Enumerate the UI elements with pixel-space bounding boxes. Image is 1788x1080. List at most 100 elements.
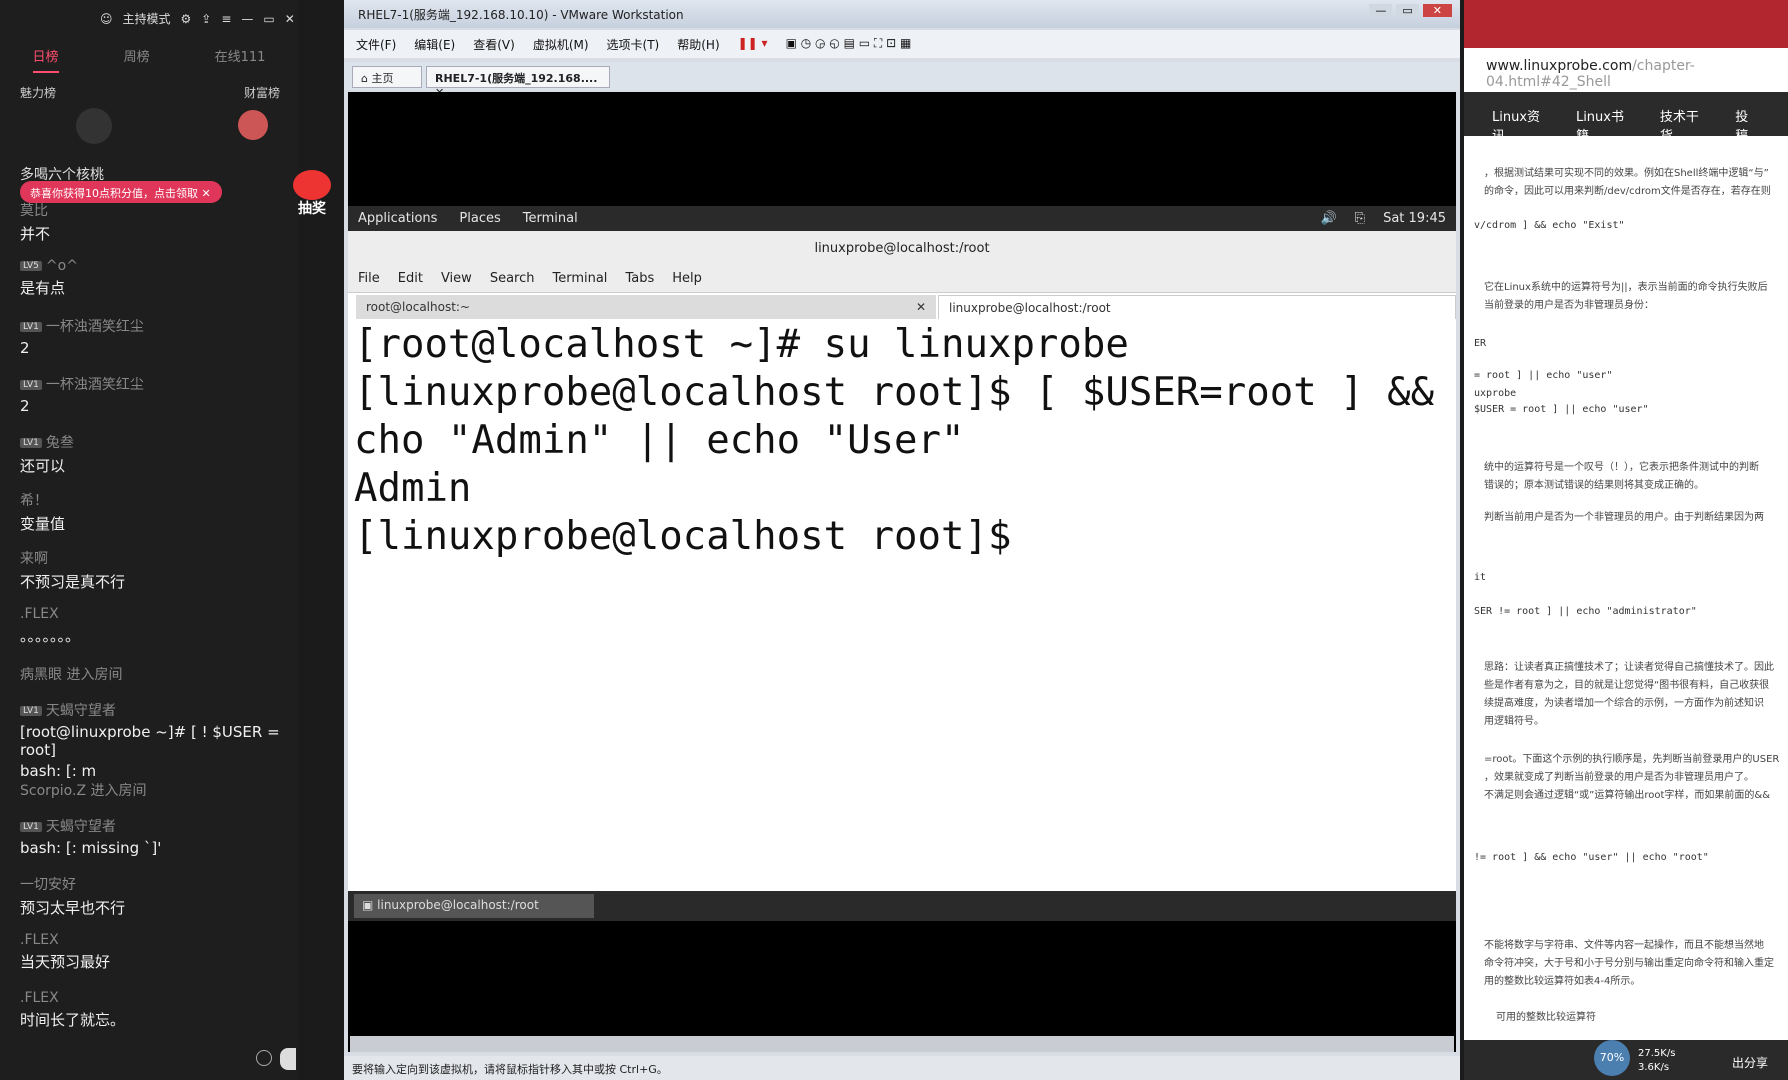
share-button[interactable]: 出分享 (1732, 1054, 1768, 1071)
menu-vm[interactable]: 虚拟机(M) (533, 36, 589, 52)
emoji-icon[interactable] (256, 1050, 272, 1066)
pause-icon[interactable]: ❚❚ ▾ (738, 36, 768, 52)
rank-avatar-1[interactable] (76, 108, 112, 144)
network-icon[interactable]: ⎘ (1355, 211, 1365, 226)
paragraph: ，根据测试结果可实现不同的效果。例如在Shell终端中逻辑“与” (1484, 168, 1769, 179)
charm-rank[interactable]: 魅力榜 (20, 84, 56, 101)
close-icon[interactable]: ✕ (916, 300, 926, 314)
vmware-window: RHEL7-1(服务端_192.168.10.10) - VMware Work… (344, 0, 1460, 1080)
paragraph: 不能将数字与字符串、文件等内容一起操作，而且不能想当然地 (1484, 940, 1764, 951)
menu-tabs[interactable]: Tabs (625, 271, 654, 286)
paragraph: 用的整数比较运算符如表4-4所示。 (1484, 976, 1641, 987)
taskbar-terminal-item[interactable]: ▣ linuxprobe@localhost:/root (354, 894, 594, 918)
volume-icon[interactable]: 🔊 (1320, 211, 1336, 226)
gnome-top-bar: Applications Places Terminal 🔊 ⎘ Sat 19:45 (348, 206, 1456, 231)
tab-rhel[interactable]: RHEL7-1(服务端_192.168.... ✕ (426, 66, 610, 99)
menu-file[interactable]: 文件(F) (356, 36, 396, 52)
paragraph: ，效果就变成了判断当前登录的用户是否为非管理员用户了。 (1484, 772, 1754, 783)
places-menu[interactable]: Places (459, 211, 500, 226)
list-item: LV1 一杯浊酒笑红尘 2 (20, 319, 144, 357)
paragraph: 些是作者有意为之，目的就是让您觉得“图书很有料，自己收获很 (1484, 680, 1770, 691)
terminal-line: [root@localhost ~]# su linuxprobe (354, 322, 1129, 367)
paragraph: 当前登录的用户是否为非管理员身份： (1484, 300, 1654, 311)
nav-submit[interactable]: 投稿 (1735, 106, 1760, 144)
net-down: 3.6K/s (1638, 1062, 1670, 1073)
tab-home[interactable]: ⌂ 主页 (352, 66, 422, 88)
list-item: LV1 兔叁 还可以 (20, 435, 74, 475)
nav-books[interactable]: Linux书籍 (1576, 106, 1634, 144)
paragraph: 错误的；原本测试错误的结果则将其变成正确的。 (1484, 480, 1704, 491)
code-line: = root ] || echo "user" (1474, 370, 1613, 381)
list-item: .FLEX 当天预习最好 (20, 932, 111, 971)
horizontal-scrollbar[interactable] (350, 1036, 1454, 1052)
minimize-icon[interactable]: — (241, 12, 253, 26)
settings-icon[interactable]: ⚙ (181, 12, 192, 26)
paragraph: 用逻辑符号。 (1484, 716, 1544, 727)
terminal-output[interactable]: [root@localhost ~]# su linuxprobe [linuxp… (348, 321, 1456, 891)
net-up: 27.5K/s (1638, 1048, 1676, 1059)
wealth-rank[interactable]: 财富榜 (244, 84, 280, 101)
paragraph: 续提高难度，为读者增加一个综合的示例，一方面作为前述知识 (1484, 698, 1764, 709)
maximize-icon[interactable]: ▭ (263, 12, 274, 26)
terminal-line: [linuxprobe@localhost root]$ (354, 514, 1035, 559)
menu-file[interactable]: File (358, 271, 380, 286)
menu-view[interactable]: 查看(V) (473, 36, 515, 52)
menu-terminal[interactable]: Terminal (552, 271, 607, 286)
vmware-status-bar: 要将输入定向到该虚拟机，请将鼠标指针移入其中或按 Ctrl+G。 (344, 1056, 1460, 1080)
gnome-taskbar: ▣ linuxprobe@localhost:/root (348, 891, 1456, 921)
menu-help[interactable]: Help (672, 271, 702, 286)
code-line: ER (1474, 338, 1487, 349)
code-line: v/cdrom ] && echo "Exist" (1474, 220, 1625, 231)
close-icon[interactable]: ✕ (1422, 4, 1452, 17)
list-item: 莫比 并不 (20, 203, 51, 243)
browser-tab-strip (1464, 0, 1788, 48)
clock[interactable]: Sat 19:45 (1383, 211, 1446, 226)
list-item: 希！ 变量值 (20, 493, 66, 533)
maximize-icon[interactable]: ▭ (1396, 4, 1419, 17)
cpu-gauge: 70% (1594, 1040, 1630, 1076)
menu-search[interactable]: Search (490, 271, 535, 286)
menu-tabs[interactable]: 选项卡(T) (607, 36, 660, 52)
address-bar[interactable]: www.linuxprobe.com/chapter-04.html#42_Sh… (1486, 58, 1788, 90)
menu-help[interactable]: 帮助(H) (677, 36, 719, 52)
terminal-menubar: File Edit View Search Terminal Tabs Help (348, 265, 1456, 293)
avatar-icon: ☺ (100, 11, 113, 26)
terminal-title: linuxprobe@localhost:/root (348, 231, 1456, 265)
vmware-menubar: 文件(F) 编辑(E) 查看(V) 虚拟机(M) 选项卡(T) 帮助(H) ❚❚… (344, 30, 1460, 58)
lottery-icon (293, 170, 331, 200)
rank-row: 魅力榜 财富榜 (20, 84, 280, 101)
browser-window: www.linuxprobe.com/chapter-04.html#42_Sh… (1464, 0, 1788, 1080)
code-line: uxprobe (1474, 388, 1517, 399)
send-button[interactable] (280, 1048, 296, 1070)
list-item: LV1 一杯浊酒笑红尘 2 (20, 377, 144, 415)
code-line: != root ] && echo "user" || echo "root" (1474, 852, 1709, 863)
terminal-app[interactable]: Terminal (523, 211, 578, 226)
code-line: SER != root ] || echo "administrator" (1474, 606, 1697, 617)
menu-edit[interactable]: Edit (398, 271, 423, 286)
close-icon[interactable]: ✕ (285, 12, 295, 26)
paragraph: 可用的整数比较运算符 (1496, 1012, 1596, 1023)
window-controls: — ▭ ✕ (1369, 4, 1452, 17)
nav-tech[interactable]: 技术干货 (1660, 106, 1709, 144)
minimize-icon[interactable]: — (1369, 4, 1393, 17)
tab-daily[interactable]: 日榜 (32, 46, 59, 73)
menu-edit[interactable]: 编辑(E) (414, 36, 455, 52)
menu-view[interactable]: View (441, 271, 472, 286)
rank-avatar-2[interactable] (238, 110, 268, 140)
applications-menu[interactable]: Applications (358, 211, 437, 226)
toolbar-icons[interactable]: ▣ ◷ ◶ ◵ ▤ ▭ ⛶ ⊡ ▦ (786, 36, 912, 52)
tab-linuxprobe[interactable]: linuxprobe@localhost:/root (938, 295, 1456, 319)
code-line: it (1474, 572, 1487, 583)
list-item: .FLEX 时间长了就忘。 (20, 990, 126, 1029)
menu-icon[interactable]: ≡ (221, 12, 231, 26)
nav-news[interactable]: Linux资讯 (1492, 106, 1550, 144)
lottery-badge[interactable]: 抽奖 (290, 170, 334, 222)
tab-root[interactable]: root@localhost:~ ✕ (356, 295, 936, 319)
tab-online[interactable]: 在线111 (215, 46, 266, 73)
paragraph: 思路：让读者真正搞懂技术了；让读者觉得自己搞懂技术了。因此 (1484, 662, 1774, 673)
site-nav: Linux资讯 Linux书籍 技术干货 投稿 (1464, 92, 1788, 144)
tab-weekly[interactable]: 周榜 (124, 46, 150, 73)
share-icon[interactable]: ⇪ (201, 12, 211, 26)
close-icon[interactable]: ✕ (202, 187, 211, 200)
paragraph: 统中的运算符号是一个叹号（！），它表示把条件测试中的判断 (1484, 462, 1759, 473)
